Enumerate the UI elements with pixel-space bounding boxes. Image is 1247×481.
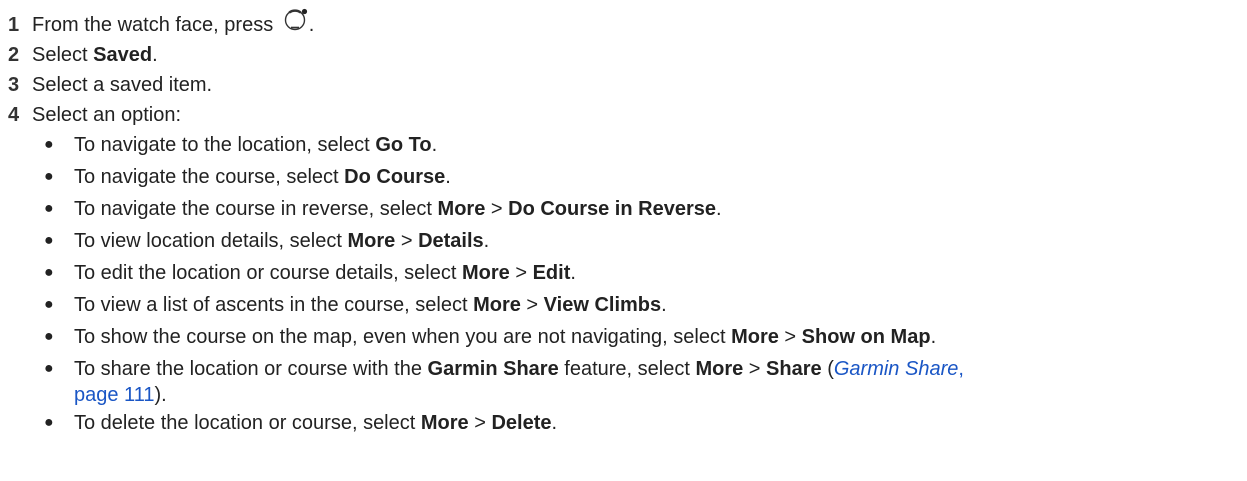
- bullet: ●: [44, 232, 54, 249]
- option-details: ● To view location details, select More …: [42, 226, 1247, 258]
- step-number: 2: [8, 44, 20, 66]
- menu-item-saved: Saved: [93, 44, 153, 66]
- option-text: To edit the location or course details, …: [74, 262, 576, 284]
- bullet: ●: [44, 360, 54, 377]
- option-view-climbs: ● To view a list of ascents in the cours…: [42, 290, 1247, 322]
- option-text: To delete the location or course, select…: [74, 412, 558, 434]
- option-list: ● To navigate to the location, select Go…: [8, 130, 1247, 440]
- garmin-share-link[interactable]: Garmin Share: [834, 358, 959, 380]
- option-go-to: ● To navigate to the location, select Go…: [42, 130, 1247, 162]
- menu-item-do-course: Do Course: [344, 166, 446, 188]
- menu-item-go-to: Go To: [375, 134, 432, 156]
- option-do-course-reverse: ● To navigate the course in reverse, sel…: [42, 194, 1247, 226]
- option-delete: ● To delete the location or course, sele…: [42, 408, 1247, 440]
- bullet: ●: [44, 200, 54, 217]
- menu-item-more: More: [437, 198, 486, 220]
- option-text: To show the course on the map, even when…: [74, 326, 937, 348]
- feature-garmin-share: Garmin Share: [427, 358, 559, 380]
- menu-item-more: More: [420, 412, 469, 434]
- menu-item-more: More: [473, 294, 521, 316]
- menu-item-more: More: [731, 326, 779, 348]
- menu-item-view-climbs: View Climbs: [543, 294, 662, 316]
- page-reference-link[interactable]: page 111: [74, 384, 154, 406]
- option-text: To navigate the course, select Do Course…: [74, 166, 451, 188]
- option-text: To navigate to the location, select Go T…: [74, 134, 438, 156]
- option-show-on-map: ● To show the course on the map, even wh…: [42, 322, 1247, 354]
- manual-page: 1 From the watch face, press . 2 Select …: [0, 0, 1247, 440]
- menu-item-edit: Edit: [532, 262, 571, 284]
- step-text: Select Saved.: [32, 40, 158, 70]
- step-text-before: Select: [32, 44, 94, 66]
- menu-item-more: More: [347, 230, 396, 252]
- step-text-after: .: [152, 44, 158, 66]
- step-text-before: From the watch face, press: [32, 13, 279, 36]
- step-1: 1 From the watch face, press .: [8, 7, 1247, 42]
- option-share: ● To share the location or course with t…: [42, 354, 1247, 408]
- option-text: To view location details, select More > …: [74, 230, 490, 252]
- step-text: Select a saved item.: [32, 74, 213, 96]
- option-text: To view a list of ascents in the course,…: [74, 294, 667, 316]
- option-edit: ● To edit the location or course details…: [42, 258, 1247, 290]
- bullet: ●: [44, 328, 54, 345]
- menu-item-details: Details: [418, 230, 484, 252]
- start-stop-button-icon: [283, 7, 309, 40]
- option-text: To share the location or course with the…: [74, 358, 964, 406]
- menu-item-do-course-in-reverse: Do Course in Reverse: [508, 198, 716, 220]
- step-2: 2 Select Saved.: [8, 40, 1247, 70]
- menu-item-more: More: [695, 358, 744, 380]
- step-4: 4 Select an option:: [8, 100, 1247, 130]
- option-do-course: ● To navigate the course, select Do Cour…: [42, 162, 1247, 194]
- step-text: Select an option:: [32, 104, 181, 126]
- bullet: ●: [44, 168, 54, 185]
- step-3: 3 Select a saved item.: [8, 70, 1247, 100]
- step-text-after: .: [308, 13, 315, 36]
- step-number: 1: [8, 14, 20, 36]
- bullet: ●: [44, 414, 54, 431]
- menu-item-show-on-map: Show on Map: [801, 326, 931, 348]
- bullet: ●: [44, 264, 54, 281]
- step-number: 3: [8, 74, 20, 96]
- step-number: 4: [8, 104, 20, 126]
- menu-item-share: Share: [766, 358, 822, 380]
- menu-item-more: More: [462, 262, 510, 284]
- bullet: ●: [44, 296, 54, 313]
- step-text: From the watch face, press .: [32, 7, 315, 42]
- bullet: ●: [44, 136, 54, 153]
- option-text: To navigate the course in reverse, selec…: [74, 198, 722, 220]
- menu-item-delete: Delete: [491, 412, 552, 434]
